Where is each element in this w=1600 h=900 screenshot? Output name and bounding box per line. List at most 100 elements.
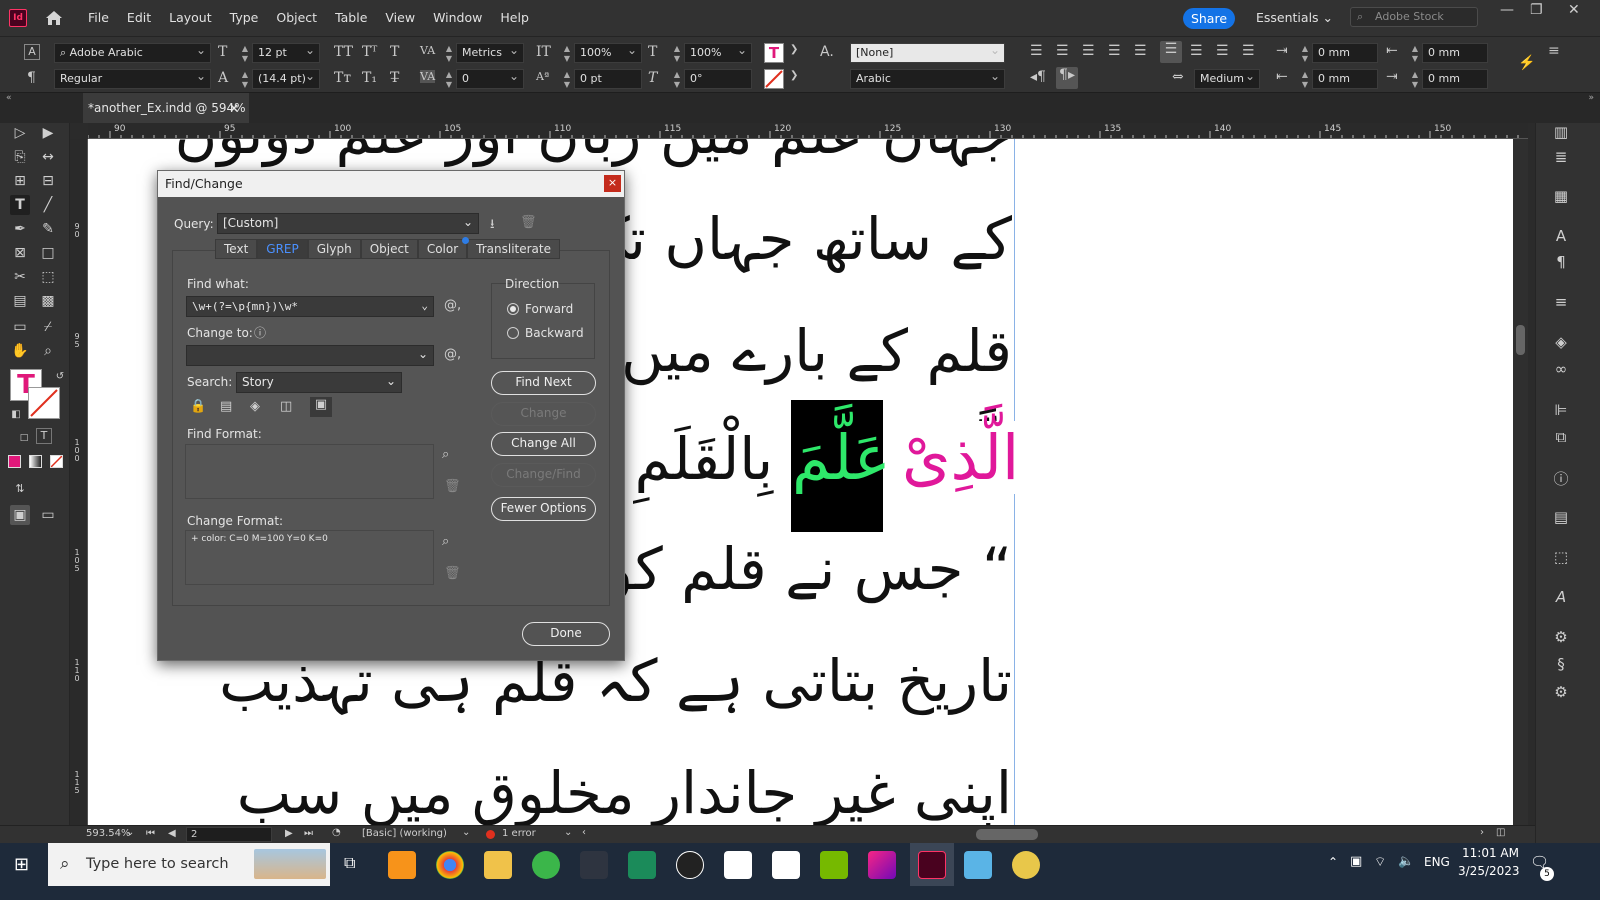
split-window-icon[interactable]: ◫ <box>1496 827 1505 838</box>
find-next-button[interactable]: Find Next <box>491 371 596 395</box>
content-placer-icon[interactable]: ⊟ <box>38 171 58 191</box>
menu-type[interactable]: Type <box>221 0 268 36</box>
tab-grep[interactable]: GREP <box>257 239 308 259</box>
zoom-dropdown-icon[interactable]: ⌄ <box>126 827 134 838</box>
preflight-profile[interactable]: [Basic] (working) <box>362 828 447 839</box>
volume-icon[interactable]: 🔈 <box>1398 854 1414 869</box>
menu-window[interactable]: Window <box>424 0 491 36</box>
next-page-icon[interactable]: ▶ <box>285 828 293 839</box>
scissors-tool-icon[interactable]: ✂ <box>10 267 30 287</box>
font-family-field[interactable]: ⌕ Adobe Arabic <box>54 43 211 63</box>
right-indent-stepper[interactable]: ▲ ▼ <box>1410 44 1420 64</box>
font-style-field[interactable]: Regular <box>54 69 211 89</box>
apply-color-icon[interactable] <box>8 455 21 468</box>
clock-time[interactable]: 11:01 AM <box>1462 846 1519 860</box>
menu-edit[interactable]: Edit <box>118 0 160 36</box>
find-format-box[interactable] <box>185 444 434 499</box>
horizontal-scale-stepper[interactable]: ▲ ▼ <box>672 44 682 64</box>
info-panel-icon[interactable]: ⓘ <box>1550 468 1572 488</box>
character-style-field[interactable]: [None] <box>850 43 1005 63</box>
app-icon-document-1[interactable] <box>724 851 752 879</box>
change-button[interactable]: Change <box>491 402 596 426</box>
tab-object[interactable]: Object <box>360 239 418 259</box>
chevron-down-icon[interactable]: ⌄ <box>418 345 428 364</box>
include-master-pages-icon[interactable]: ◫ <box>280 399 292 414</box>
document-tab[interactable]: *another_Ex.indd @ 594% × <box>83 93 249 123</box>
fill-menu-arrow-icon[interactable]: ❯ <box>790 44 798 55</box>
content-collector-icon[interactable]: ⊞ <box>10 171 30 191</box>
gradient-swatch-tool-icon[interactable]: ▤ <box>10 291 30 311</box>
stroke-menu-arrow-icon[interactable]: ❯ <box>790 70 798 81</box>
last-line-indent-field[interactable]: 0 mm <box>1422 69 1488 89</box>
stroke-panel-icon[interactable]: ≡ <box>1550 293 1572 313</box>
share-button[interactable]: Share <box>1183 8 1235 29</box>
swap-colors-icon[interactable]: ↺ <box>50 367 70 387</box>
app-icon-green[interactable] <box>532 851 560 879</box>
adobe-stock-search[interactable]: ⌕ Adobe Stock <box>1350 7 1478 27</box>
screen-mode-icon[interactable]: ▭ <box>38 505 58 525</box>
character-styles-icon[interactable]: A <box>1550 227 1572 247</box>
swatches-panel-icon[interactable]: ⚙ <box>1550 628 1572 648</box>
eyedropper-tool-icon[interactable]: ⌿ <box>38 317 58 337</box>
left-indent-field[interactable]: 0 mm <box>1312 43 1378 63</box>
done-button[interactable]: Done <box>522 622 610 646</box>
errors-dropdown-icon[interactable]: ⌄ <box>564 827 572 838</box>
menu-layout[interactable]: Layout <box>160 0 221 36</box>
font-size-stepper[interactable]: ▲ ▼ <box>240 44 250 64</box>
first-page-icon[interactable]: ⏮ <box>146 828 155 839</box>
search-scope-dropdown[interactable]: Story ⌄ <box>236 372 402 393</box>
align-away-spine-icon[interactable]: ☰ <box>1242 43 1255 59</box>
justification-field[interactable]: Medium <box>1194 69 1260 89</box>
pen-tool-icon[interactable]: ✒ <box>10 219 30 239</box>
info-icon[interactable]: ⓘ <box>254 324 266 341</box>
quick-apply-icon[interactable]: ⚡ <box>1518 55 1535 71</box>
tray-chevron-icon[interactable]: ⌃ <box>1328 855 1338 869</box>
tab-text[interactable]: Text <box>215 239 258 259</box>
dialog-title-bar[interactable]: Find/Change × <box>158 171 624 197</box>
tab-transliterate[interactable]: Transliterate <box>467 239 560 259</box>
baseline-shift-stepper[interactable]: ▲ ▼ <box>562 70 572 90</box>
links-panel-icon[interactable]: ∞ <box>1550 360 1572 380</box>
change-find-button[interactable]: Change/Find <box>491 463 596 487</box>
skew-stepper[interactable]: ▲ ▼ <box>672 70 682 90</box>
restore-icon[interactable]: ❐ <box>1530 2 1543 18</box>
pencil-tool-icon[interactable]: ✎ <box>38 219 58 239</box>
pages-panel-icon[interactable]: ▥ <box>1550 123 1572 143</box>
last-page-icon[interactable]: ⏭ <box>304 828 313 839</box>
apply-gradient-icon[interactable] <box>29 455 42 468</box>
include-locked-stories-icon[interactable]: ▤ <box>220 399 232 414</box>
apply-none-icon[interactable] <box>50 455 63 468</box>
open-page-icon[interactable]: ◔ <box>332 827 341 838</box>
superscript-icon[interactable]: Tᵀ <box>362 44 377 60</box>
scroll-left-icon[interactable]: ‹ <box>582 827 586 838</box>
dialog-close-button[interactable]: × <box>604 175 621 192</box>
special-characters-change-icon[interactable]: @, <box>444 347 461 362</box>
toggle-fill-stroke-icon[interactable]: ⇅ <box>10 479 30 499</box>
gap-tool-icon[interactable]: ↔ <box>38 147 58 167</box>
clear-change-format-icon[interactable]: 🗑 <box>444 566 461 581</box>
rectangle-tool-icon[interactable]: □ <box>38 243 58 263</box>
fewer-options-button[interactable]: Fewer Options <box>491 497 596 521</box>
fill-color-swatch[interactable]: T <box>764 43 784 63</box>
justify-right-icon[interactable]: ☰ <box>1160 41 1182 63</box>
justify-center-icon[interactable]: ☰ <box>1134 43 1147 59</box>
selection-tool-icon[interactable]: ▷ <box>10 123 30 143</box>
horizontal-scale-field[interactable]: 100% <box>684 43 752 63</box>
app-icon-font[interactable] <box>676 851 704 879</box>
font-size-field[interactable]: 12 pt <box>252 43 320 63</box>
find-what-input[interactable]: \w+(?=\p{mn})\w* ⌄ <box>186 296 434 317</box>
change-to-input[interactable]: ⌄ <box>186 345 434 366</box>
forward-radio[interactable] <box>507 303 519 315</box>
glyphs-panel-icon[interactable]: A <box>1550 588 1572 608</box>
wifi-icon[interactable]: ⌔ <box>1374 854 1386 870</box>
vertical-scrollbar[interactable] <box>1513 139 1528 825</box>
normal-view-mode-icon[interactable]: ▣ <box>10 505 30 525</box>
paint-icon[interactable] <box>1012 851 1040 879</box>
task-view-icon[interactable]: ⧉ <box>344 853 355 873</box>
brave-browser-icon[interactable] <box>388 851 416 879</box>
menu-view[interactable]: View <box>376 0 424 36</box>
rtl-paragraph-icon[interactable]: ¶▸ <box>1056 67 1078 89</box>
app-icon-translate[interactable] <box>628 851 656 879</box>
ltr-paragraph-icon[interactable]: ◂¶ <box>1030 69 1046 85</box>
default-colors-icon[interactable]: ◧ <box>6 405 26 425</box>
